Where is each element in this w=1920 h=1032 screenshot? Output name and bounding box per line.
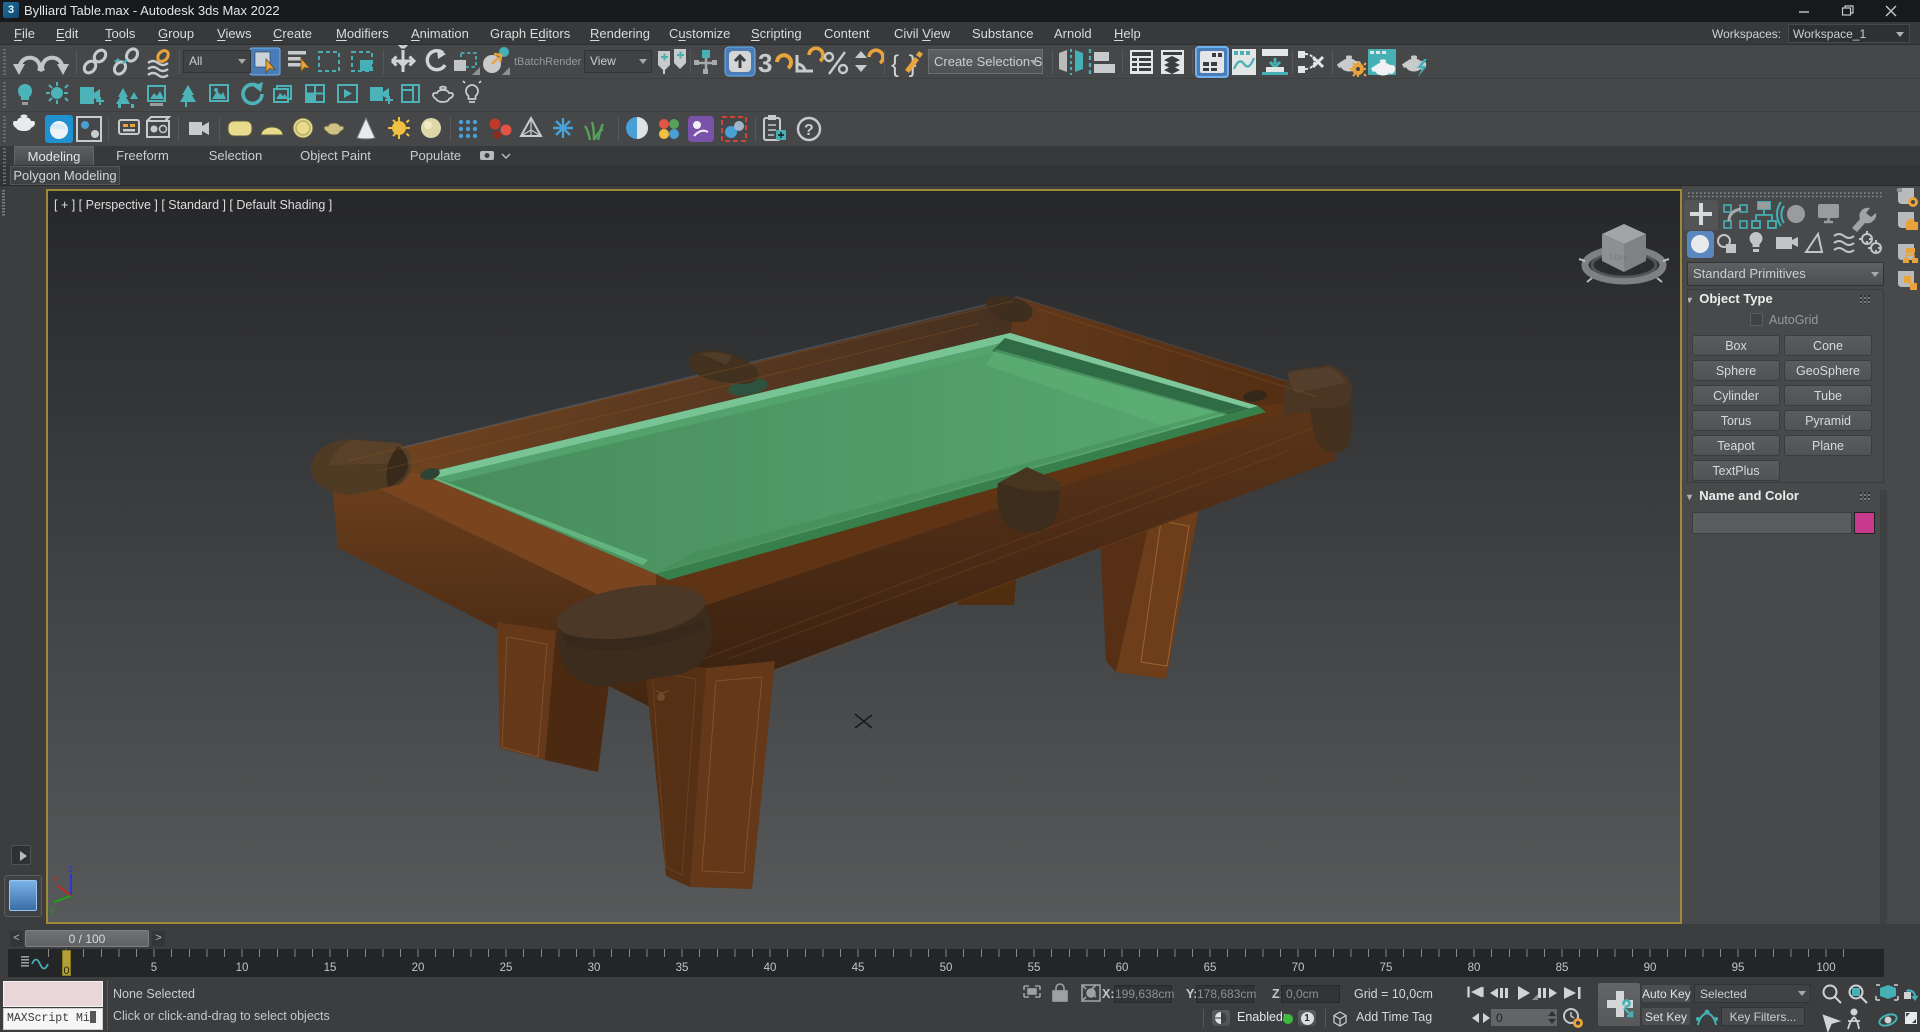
svg-text:3: 3 <box>758 48 772 78</box>
svg-text:tBatchRender: tBatchRender <box>514 56 582 68</box>
svg-text:Grid = 10,0cm: Grid = 10,0cm <box>1354 987 1433 1001</box>
svg-text:X:: X: <box>1102 987 1115 1001</box>
svg-text:x: x <box>52 874 57 885</box>
svg-text:y: y <box>50 905 55 916</box>
svg-text:z: z <box>68 864 73 875</box>
svg-text:?: ? <box>804 122 814 139</box>
